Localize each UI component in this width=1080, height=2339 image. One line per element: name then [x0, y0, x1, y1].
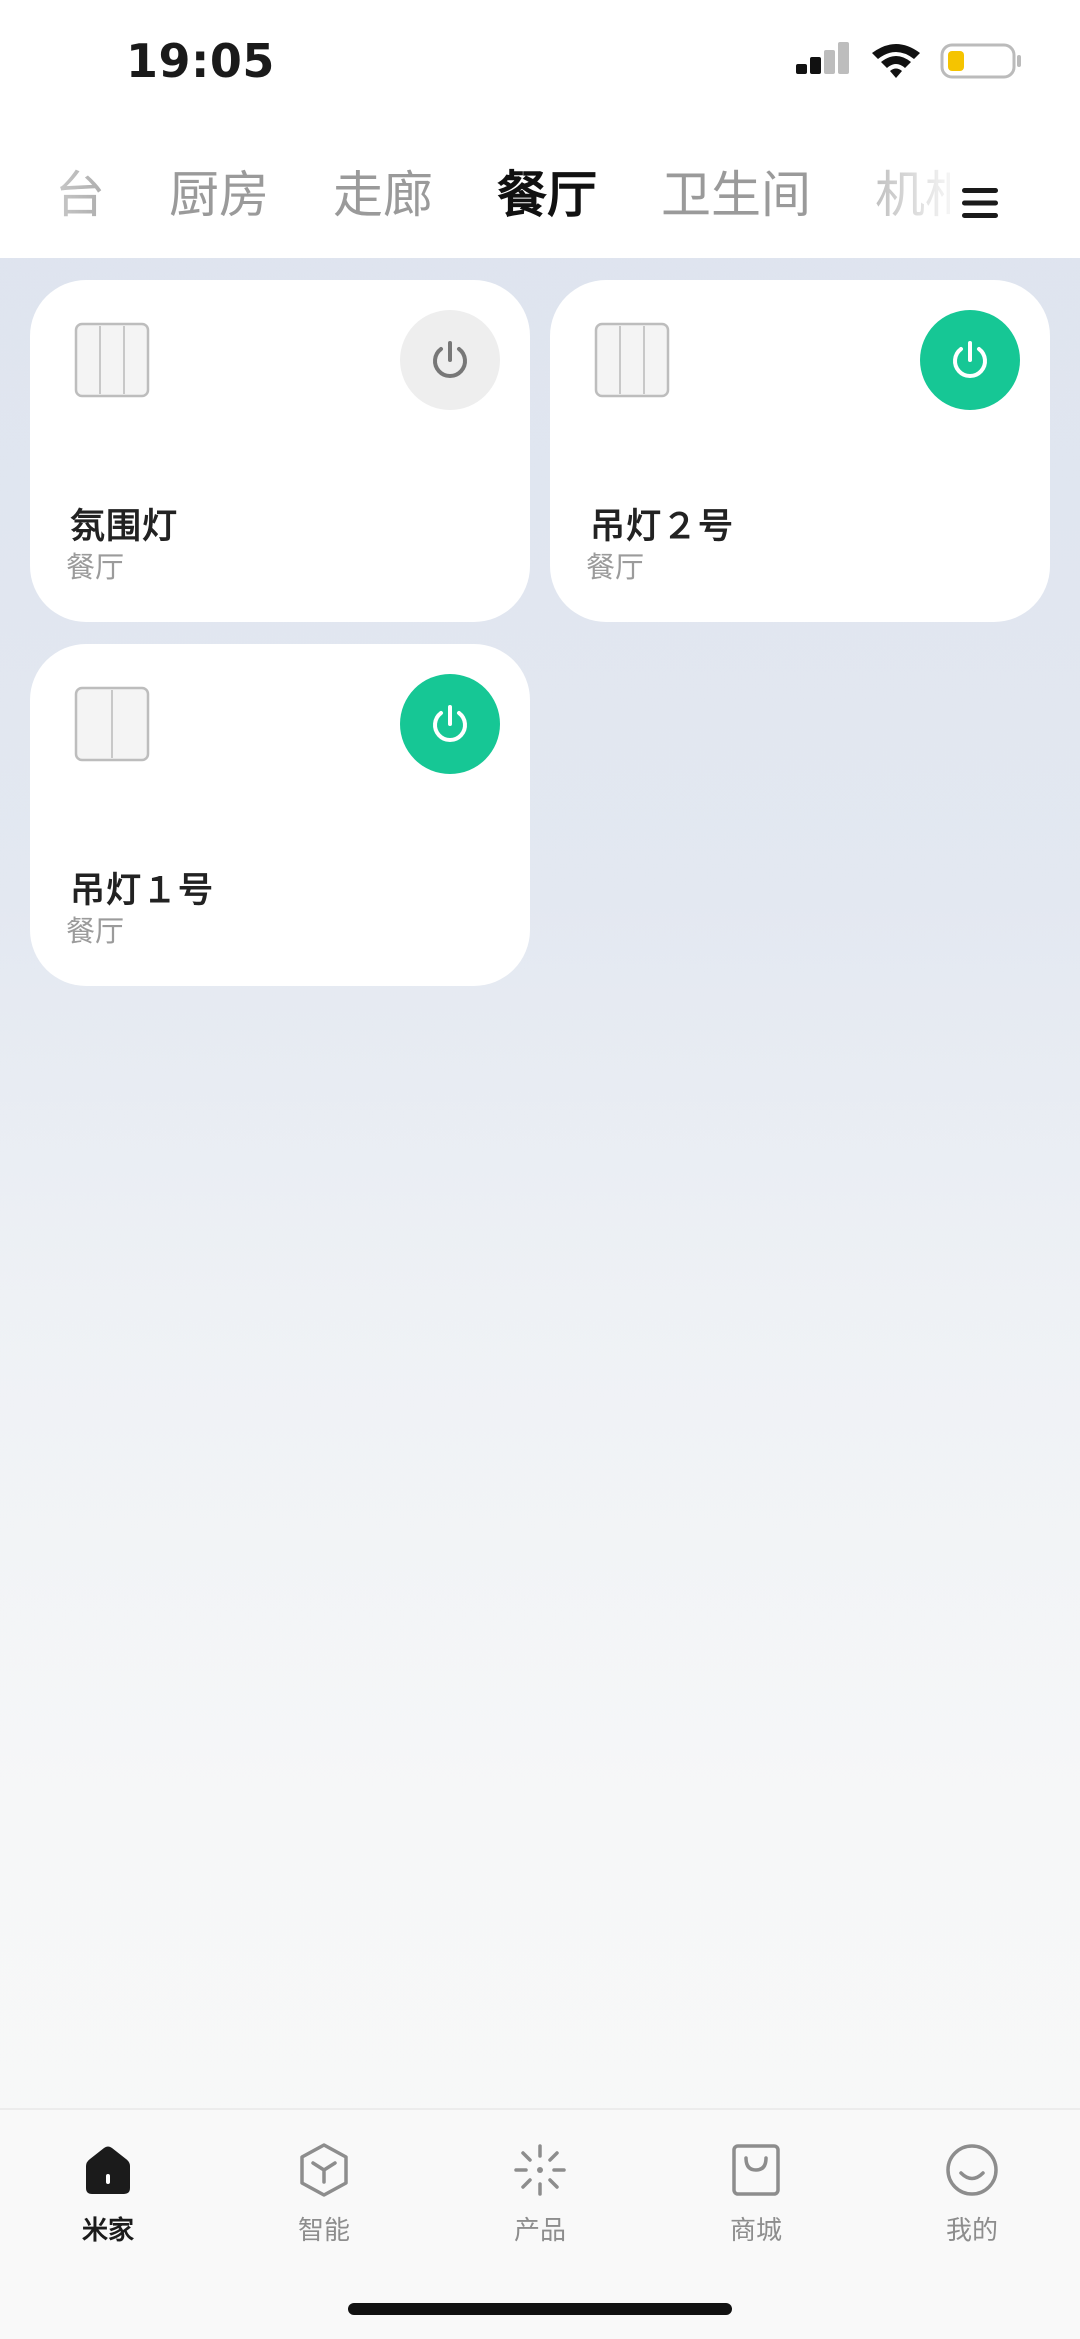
device-room: 餐厅	[66, 914, 125, 948]
power-toggle-button[interactable]	[400, 310, 500, 410]
menu-icon[interactable]	[960, 186, 1000, 220]
wifi-icon	[872, 44, 920, 78]
smiley-icon	[946, 2144, 998, 2196]
nav-label: 商城	[729, 2216, 782, 2246]
device-room: 餐厅	[586, 550, 645, 584]
nav-item-products[interactable]: 产品	[460, 2140, 620, 2247]
power-icon	[953, 341, 987, 378]
nav-label: 我的	[945, 2216, 998, 2246]
device-card[interactable]: 氛围灯 餐厅	[30, 280, 530, 622]
shopping-bag-icon	[732, 2144, 780, 2196]
wall-switch-icon	[74, 322, 150, 398]
device-name: 氛围灯	[70, 507, 179, 547]
home-icon	[86, 2146, 130, 2194]
home-indicator[interactable]	[348, 2303, 732, 2315]
battery-icon	[940, 43, 1021, 79]
device-card[interactable]: 吊灯１号 餐厅	[30, 644, 530, 986]
device-name: 吊灯１号	[70, 871, 215, 911]
nav-item-smart[interactable]: 智能	[244, 2140, 404, 2247]
power-icon	[433, 341, 467, 378]
wall-switch-icon	[594, 322, 670, 398]
device-name: 吊灯２号	[590, 507, 735, 547]
device-room: 餐厅	[66, 550, 125, 584]
tab-hallway[interactable]: 走廊	[333, 170, 433, 220]
nav-label: 产品	[513, 2216, 566, 2246]
nav-item-profile[interactable]: 我的	[892, 2140, 1052, 2247]
nav-item-home[interactable]: 米家	[28, 2140, 188, 2247]
tab-bathroom[interactable]: 卫生间	[661, 170, 811, 220]
cellular-signal-icon	[796, 42, 849, 74]
nav-label: 米家	[81, 2216, 134, 2246]
power-toggle-button[interactable]	[400, 674, 500, 774]
device-card[interactable]: 吊灯２号 餐厅	[550, 280, 1050, 622]
tab-dining-room[interactable]: 餐厅	[497, 170, 597, 220]
status-icons	[794, 40, 1024, 82]
nav-label: 智能	[297, 2216, 350, 2246]
cube-icon	[300, 2143, 348, 2197]
nav-item-store[interactable]: 商城	[676, 2140, 836, 2247]
room-tab-bar[interactable]: 台 厨房 走廊 餐厅 卫生间 机柜	[0, 150, 950, 260]
tab-server-cabinet[interactable]: 机柜	[875, 170, 950, 220]
power-icon	[433, 705, 467, 742]
wall-switch-icon	[74, 686, 150, 762]
tab-balcony[interactable]: 台	[55, 170, 105, 220]
sparkle-icon	[514, 2144, 566, 2196]
power-toggle-button[interactable]	[920, 310, 1020, 410]
tab-kitchen[interactable]: 厨房	[169, 170, 269, 220]
status-time: 19:05	[126, 34, 275, 88]
